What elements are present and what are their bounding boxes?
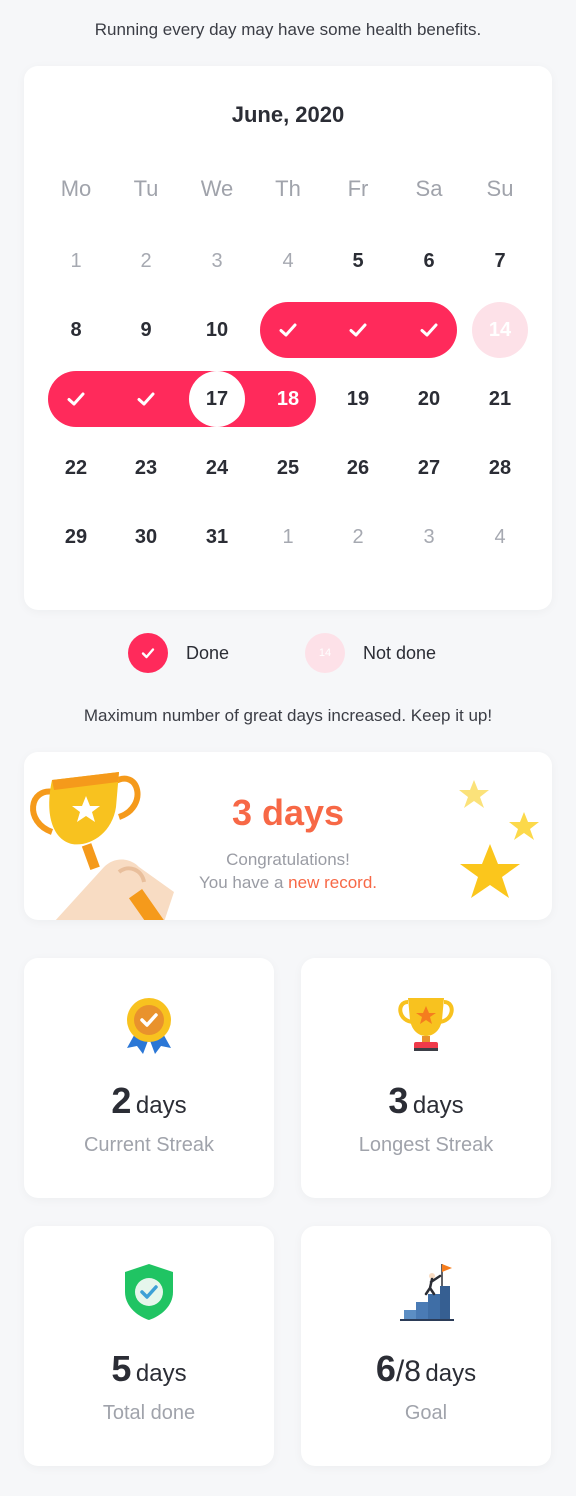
day[interactable]: 22: [46, 456, 106, 480]
goal-climb-icon: [400, 1264, 454, 1321]
day-other-month[interactable]: 2: [328, 525, 388, 549]
day-other-month[interactable]: 2: [116, 249, 176, 273]
check-icon[interactable]: [418, 319, 440, 341]
goal-total: /8: [395, 1355, 421, 1388]
day[interactable]: 7: [470, 249, 530, 273]
current-streak-label: Current Streak: [83, 1134, 215, 1156]
intro-text: Running every day may have some health b…: [94, 20, 482, 39]
weekday-we: We: [200, 176, 234, 201]
legend-done-label: Done: [186, 643, 230, 663]
day[interactable]: 20: [399, 387, 459, 411]
day[interactable]: 23: [116, 456, 176, 480]
longest-streak-card: 3 days Longest Streak: [301, 958, 551, 1198]
record-highlight: new record.: [288, 873, 377, 892]
weekday-sa: Sa: [415, 176, 443, 201]
day-other-month[interactable]: 3: [187, 249, 247, 273]
weekday-tu: Tu: [133, 176, 159, 201]
day[interactable]: 28: [470, 456, 530, 480]
day-other-month[interactable]: 4: [470, 525, 530, 549]
current-streak-value: 2: [111, 1080, 132, 1121]
medal-icon: [127, 998, 171, 1054]
goal-unit: days: [425, 1360, 477, 1387]
day[interactable]: 26: [328, 456, 388, 480]
record-message: Maximum number of great days increased. …: [83, 706, 493, 725]
check-icon: [141, 648, 155, 659]
day[interactable]: 25: [258, 456, 318, 480]
calendar-card: June, 2020 Mo Tu We Th Fr Sa Su 1 2 3 4 5 6 7 8 9 10 14 17…: [24, 66, 552, 610]
day[interactable]: 29: [46, 525, 106, 549]
day-today[interactable]: 17: [189, 371, 245, 427]
legend-notdone-label: Not done: [363, 643, 437, 663]
day[interactable]: 9: [116, 318, 176, 342]
weekday-th: Th: [275, 176, 301, 201]
longest-streak-unit: days: [412, 1092, 464, 1119]
stars-decoration: [459, 780, 539, 898]
day[interactable]: 21: [470, 387, 530, 411]
goal-label: Goal: [404, 1402, 448, 1424]
goal-value: 6: [375, 1348, 396, 1389]
goal-card: 6/8 days Goal: [301, 1226, 551, 1466]
day-other-month[interactable]: 1: [258, 525, 318, 549]
check-icon[interactable]: [277, 319, 299, 341]
check-icon[interactable]: [65, 388, 87, 410]
longest-streak-label: Longest Streak: [358, 1134, 494, 1156]
calendar-title: June, 2020: [231, 102, 345, 127]
legend-notdone-sample: 14: [318, 647, 332, 659]
total-done-unit: days: [135, 1360, 187, 1387]
day-other-month[interactable]: 4: [258, 249, 318, 273]
day-other-month[interactable]: 1: [46, 249, 106, 273]
weekday-mo: Mo: [60, 176, 92, 201]
day[interactable]: 10: [187, 318, 247, 342]
day-other-month[interactable]: 3: [399, 525, 459, 549]
day[interactable]: 19: [328, 387, 388, 411]
record-prefix: You have a: [198, 873, 284, 892]
trophy-hand-illustration: [30, 772, 174, 920]
day[interactable]: 30: [116, 525, 176, 549]
day[interactable]: 24: [187, 456, 247, 480]
check-icon[interactable]: [135, 388, 157, 410]
legend-done-dot: [128, 633, 168, 673]
total-done-card: 5 days Total done: [24, 1226, 274, 1466]
day[interactable]: 8: [46, 318, 106, 342]
day-not-done[interactable]: 14: [472, 302, 528, 358]
day[interactable]: 5: [328, 249, 388, 273]
current-streak-card: 2 days Current Streak: [24, 958, 274, 1198]
record-card: 3 days Congratulations! You have a new r…: [24, 752, 552, 920]
total-done-label: Total done: [102, 1402, 196, 1424]
longest-streak-value: 3: [388, 1080, 409, 1121]
day[interactable]: 31: [187, 525, 247, 549]
legend-notdone-dot: 14: [305, 633, 345, 673]
day-done[interactable]: 18: [258, 387, 318, 411]
shield-check-icon: [125, 1264, 173, 1320]
day[interactable]: 6: [399, 249, 459, 273]
trophy-icon: [398, 998, 454, 1051]
check-icon[interactable]: [347, 319, 369, 341]
current-streak-unit: days: [135, 1092, 187, 1119]
weekday-su: Su: [486, 176, 514, 201]
total-done-value: 5: [111, 1348, 132, 1389]
weekday-fr: Fr: [347, 176, 369, 201]
day[interactable]: 27: [399, 456, 459, 480]
